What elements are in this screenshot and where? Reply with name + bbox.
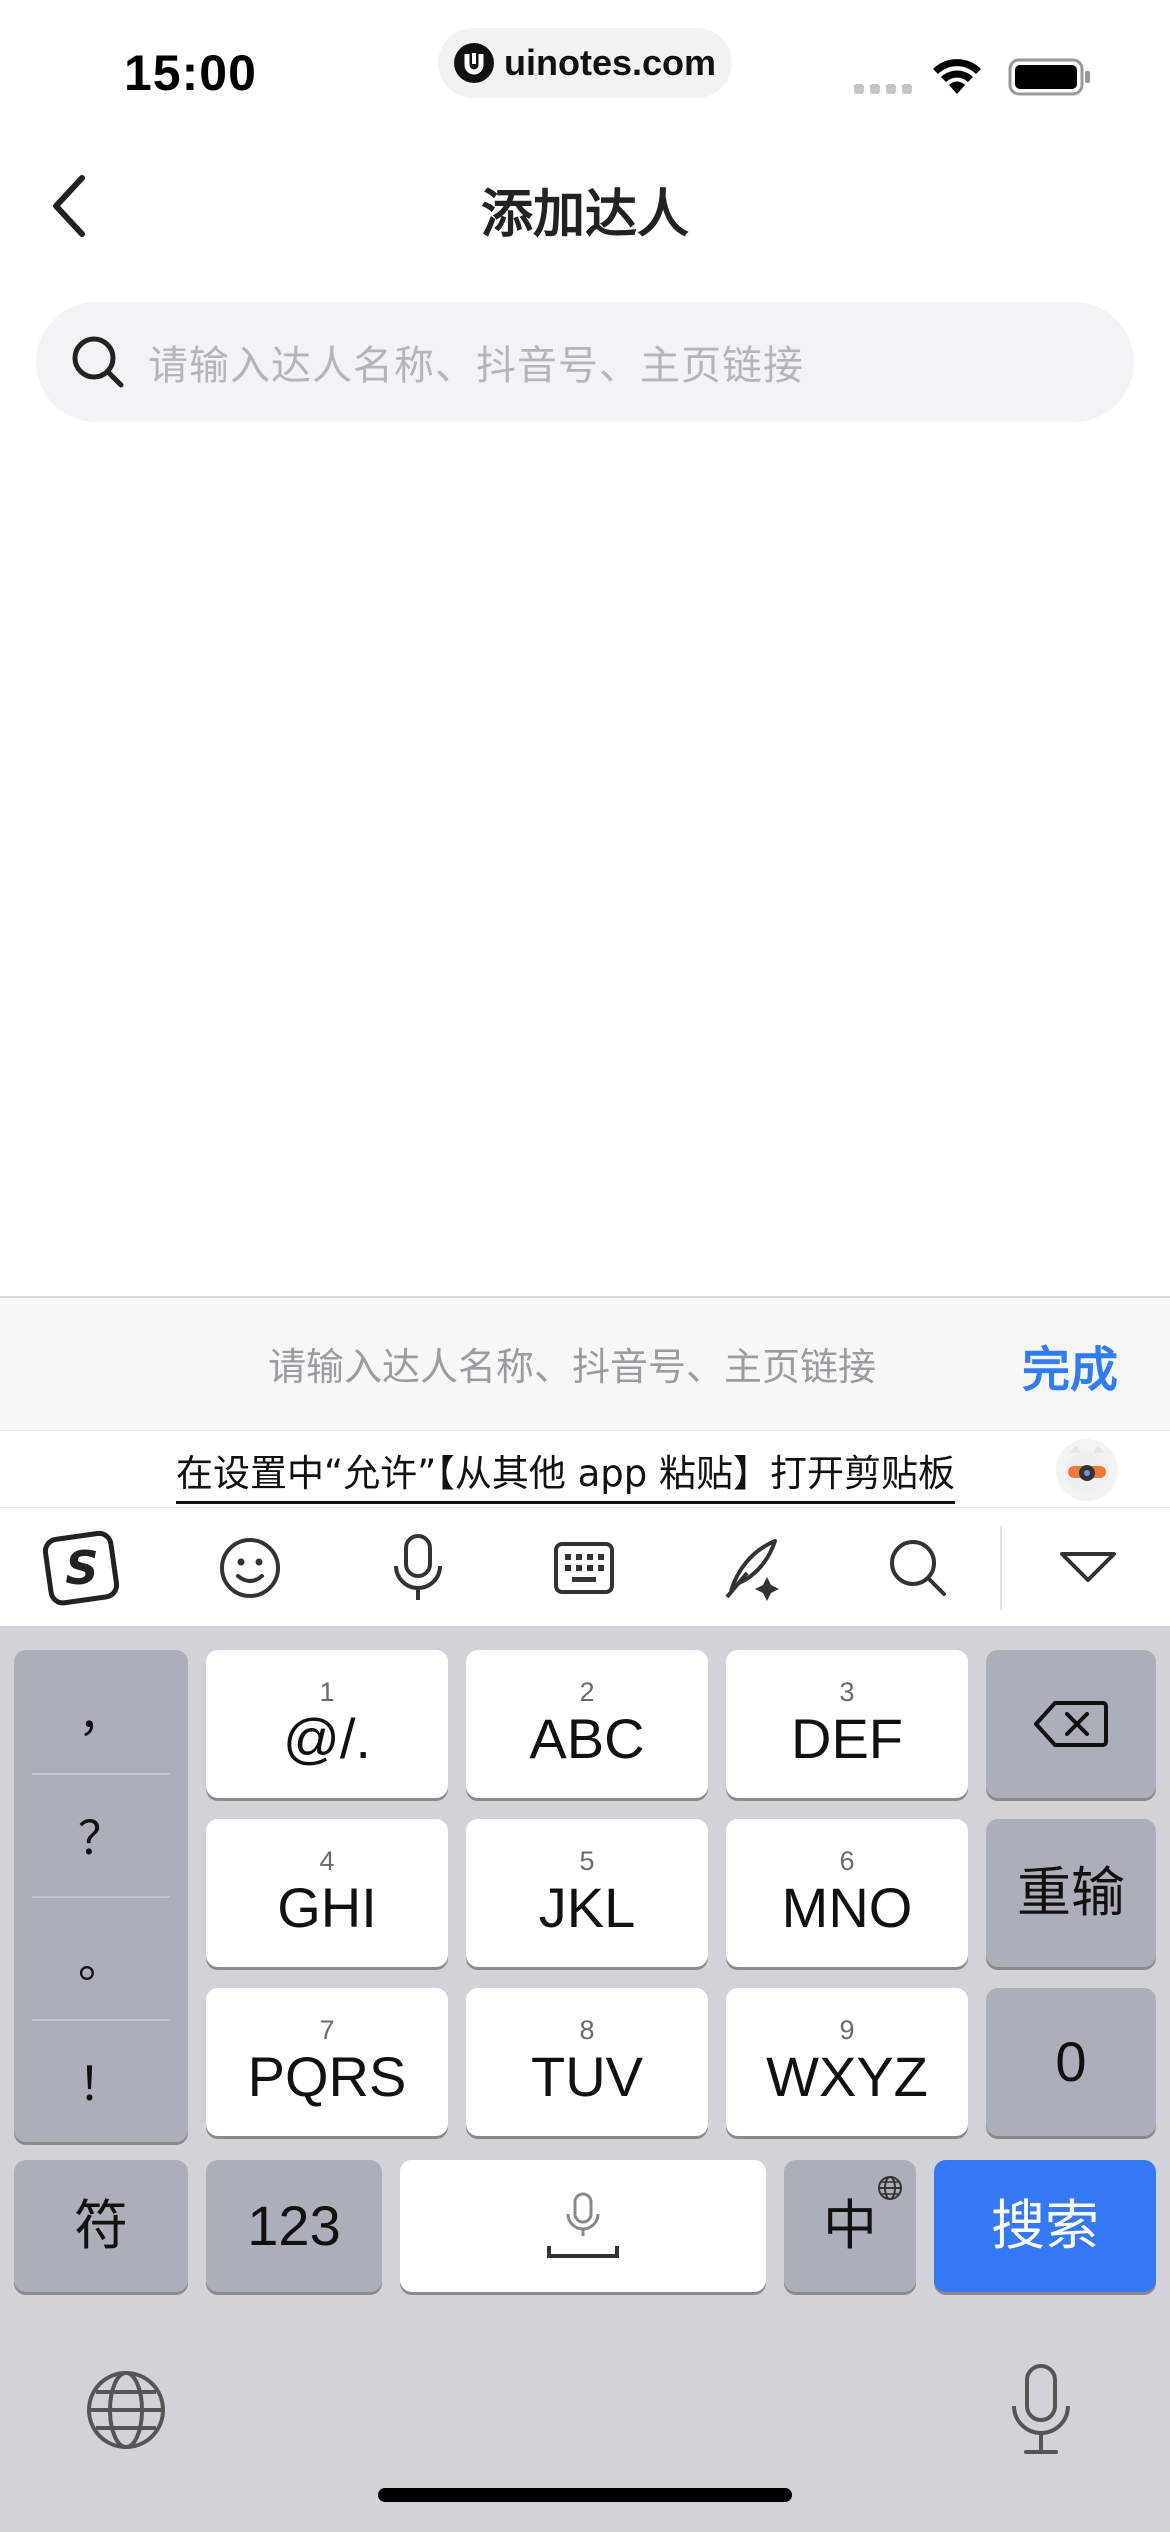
key-label: 符 [74,2194,128,2257]
key-number: 8 [579,2015,595,2045]
key-2[interactable]: 2 ABC [466,1650,708,1798]
voice-input-icon[interactable] [376,1526,460,1610]
sogou-logo-icon[interactable]: S [40,1526,124,1610]
keyboard-accessory-bar: 请输入达人名称、抖音号、主页链接 完成 [0,1296,1170,1430]
done-button[interactable]: 完成 [1022,1330,1118,1400]
key-number: 7 [319,2015,335,2045]
url-pill[interactable]: uinotes.com [438,28,732,98]
search-input[interactable]: 请输入达人名称、抖音号、主页链接 [36,302,1134,422]
handwriting-icon[interactable] [710,1526,794,1610]
key-7[interactable]: 7 PQRS [206,1988,448,2136]
ime-toolbar: S [0,1508,1170,1626]
key-5[interactable]: 5 JKL [466,1819,708,1967]
battery-icon [1008,58,1092,100]
punct-comma-key[interactable]: ， [14,1650,188,1773]
key-label: 123 [247,2194,341,2257]
key-label: 中 [823,2194,877,2257]
key-label: TUV [531,2045,643,2108]
key-number: 3 [839,1677,855,1707]
globe-icon[interactable] [84,2368,168,2456]
wifi-icon [930,56,984,100]
key-number: 6 [839,1846,855,1876]
ime-keyboard: ， ？ 。 ！ 1 @/. 2 ABC 3 DEF 4 GHI 5 JKL 6 … [0,1626,1170,2532]
key-label: JKL [538,1876,636,1939]
key-1[interactable]: 1 @/. [206,1650,448,1798]
key-label: PQRS [247,2045,407,2108]
emoji-icon[interactable] [208,1526,292,1610]
backspace-icon [1034,1701,1108,1747]
punctuation-column[interactable]: ， ？ 。 ！ [14,1650,188,2142]
key-4[interactable]: 4 GHI [206,1819,448,1967]
globe-small-icon [878,2176,902,2200]
uinotes-logo-icon [454,43,494,83]
key-label: DEF [791,1707,903,1770]
toolbar-search-icon[interactable] [876,1526,960,1610]
key-label: 重输 [1017,1861,1125,1924]
key-label: 0 [1055,2030,1087,2093]
key-9[interactable]: 9 WXYZ [726,1988,968,2136]
key-label: ABC [529,1707,645,1770]
key-label: @/. [283,1707,371,1770]
status-time: 15:00 [124,45,257,101]
key-label: 搜索 [991,2194,1099,2257]
key-6[interactable]: 6 MNO [726,1819,968,1967]
key-8[interactable]: 8 TUV [466,1988,708,2136]
page-title: 添加达人 [480,185,689,245]
clipboard-tip-bar[interactable]: 在设置中“允许”【从其他 app 粘贴】打开剪贴板 [0,1430,1170,1508]
keyboard-switch-icon[interactable] [542,1526,626,1610]
key-3[interactable]: 3 DEF [726,1650,968,1798]
toolbar-divider [1000,1526,1002,1610]
reset-key[interactable]: 重输 [986,1819,1156,1967]
punct-period-key[interactable]: 。 [14,1896,188,2019]
punct-question-key[interactable]: ？ [14,1773,188,1896]
backspace-key[interactable] [986,1650,1156,1798]
collapse-keyboard-icon[interactable] [1046,1526,1130,1610]
space-mic-icon [547,2192,619,2258]
key-number: 9 [839,2015,855,2045]
clipboard-tip-link[interactable]: 在设置中“允许”【从其他 app 粘贴】打开剪贴板 [176,1443,956,1504]
key-number: 5 [579,1846,595,1876]
search-placeholder: 请输入达人名称、抖音号、主页链接 [148,343,804,389]
key-number: 2 [579,1677,595,1707]
punct-exclaim-key[interactable]: ！ [14,2019,188,2142]
key-number: 4 [319,1846,335,1876]
key-label: WXYZ [766,2045,928,2108]
numbers-key[interactable]: 123 [206,2160,382,2292]
mascot-icon[interactable] [1056,1439,1118,1501]
home-indicator [378,2488,792,2502]
language-key[interactable]: 中 [784,2160,916,2292]
space-key[interactable] [400,2160,766,2292]
search-icon [72,336,124,388]
key-label: MNO [781,1876,913,1939]
url-text: uinotes.com [504,42,717,83]
key-label: GHI [277,1876,377,1939]
svg-text:S: S [65,1541,98,1595]
dictation-mic-icon[interactable] [1006,2362,1076,2462]
symbol-key[interactable]: 符 [14,2160,188,2292]
cellular-signal-icon [854,84,912,94]
input-hint: 请输入达人名称、抖音号、主页链接 [268,1345,877,1389]
key-0[interactable]: 0 [986,1988,1156,2136]
key-number: 1 [319,1677,335,1707]
search-key[interactable]: 搜索 [934,2160,1156,2292]
